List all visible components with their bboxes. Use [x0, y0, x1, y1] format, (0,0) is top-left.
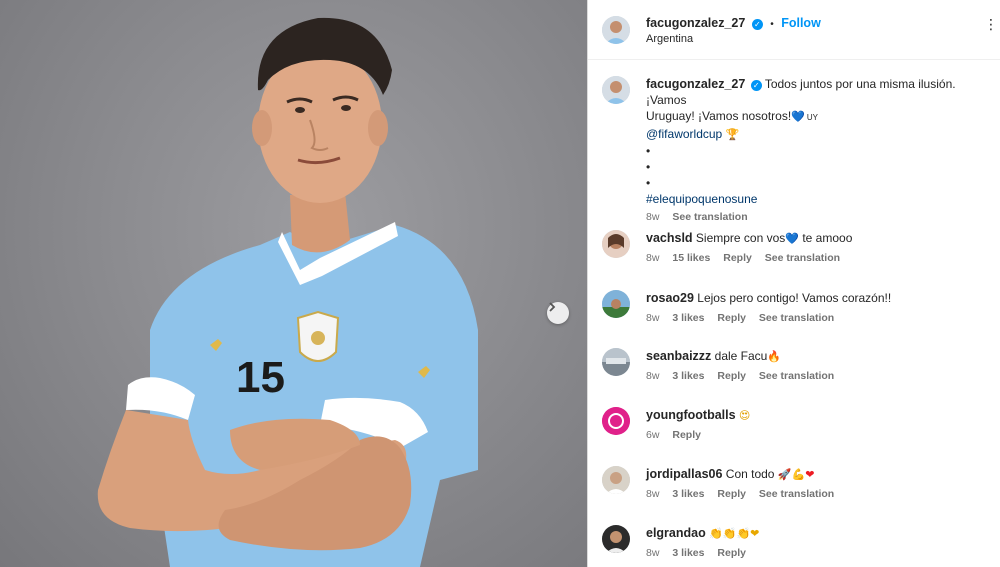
comment-likes[interactable]: 3 likes: [672, 547, 704, 559]
blue-heart-icon: 💙: [791, 110, 805, 123]
caption-username[interactable]: facugonzalez_27: [646, 77, 745, 91]
caption-dot: •: [646, 144, 651, 158]
avatar[interactable]: [602, 348, 630, 376]
avatar[interactable]: [602, 16, 630, 44]
post-caption: facugonzalez_27 ✓ Todos juntos por una m…: [646, 76, 996, 225]
see-translation-link[interactable]: See translation: [672, 211, 747, 223]
see-translation-link[interactable]: See translation: [759, 312, 834, 324]
reply-button[interactable]: Reply: [717, 312, 746, 324]
avatar-image: [602, 230, 630, 258]
avatar[interactable]: [602, 290, 630, 318]
comment-username[interactable]: jordipallas06: [646, 467, 722, 481]
caption-dot: •: [646, 160, 651, 174]
avatar-image: [602, 16, 630, 44]
caption-avatar[interactable]: [602, 76, 630, 104]
avatar-image: [602, 290, 630, 318]
avatar-image: [602, 348, 630, 376]
post-photo: 15: [0, 0, 587, 567]
mention-link[interactable]: @fifaworldcup: [646, 127, 722, 141]
comment-username[interactable]: youngfootballs: [646, 408, 736, 422]
avatar-image: [602, 525, 630, 553]
comment-username[interactable]: vachsld: [646, 231, 693, 245]
avatar[interactable]: [602, 230, 630, 258]
reply-button[interactable]: Reply: [723, 252, 752, 264]
reply-button[interactable]: Reply: [717, 488, 746, 500]
heart-eyes-icon: 😍: [738, 409, 751, 422]
more-options-icon[interactable]: ⋮: [984, 16, 998, 33]
post-side-panel: facugonzalez_27 ✓ • Follow Argentina ⋮ f…: [587, 0, 1000, 567]
next-photo-button[interactable]: [547, 302, 569, 324]
avatar-image: [602, 466, 630, 494]
fire-icon: 🔥: [767, 350, 782, 363]
comment-likes[interactable]: 3 likes: [672, 488, 704, 500]
comment-text-after: te amooo: [802, 231, 853, 245]
avatar-image: [602, 407, 630, 435]
reply-button[interactable]: Reply: [717, 370, 746, 382]
post-header: facugonzalez_27 ✓ • Follow Argentina ⋮: [588, 0, 1000, 60]
hashtag-link[interactable]: #elequipoquenosune: [646, 191, 996, 207]
see-translation-link[interactable]: See translation: [759, 488, 834, 500]
comment-item: youngfootballs 😍 6w Reply: [588, 405, 1000, 455]
comment-time[interactable]: 8w: [646, 488, 659, 500]
rocket-muscle-heart-icons: 🚀💪❤: [777, 468, 815, 481]
caption-text-2: Uruguay! ¡Vamos nosotros!: [646, 109, 792, 123]
jersey-number: 15: [236, 353, 285, 402]
blue-heart-icon: 💙: [785, 232, 799, 245]
comment-item: seanbaizzz dale Facu🔥 8w 3 likes Reply S…: [588, 346, 1000, 396]
comment-item: jordipallas06 Con todo 🚀💪❤ 8w 3 likes Re…: [588, 464, 1000, 514]
comment-time[interactable]: 8w: [646, 547, 659, 559]
verified-icon: ✓: [750, 80, 762, 91]
separator-dot: •: [770, 19, 774, 30]
comment-time[interactable]: 8w: [646, 252, 659, 264]
comment-time[interactable]: 8w: [646, 370, 659, 382]
see-translation-link[interactable]: See translation: [759, 370, 834, 382]
comment-text: dale Facu: [714, 349, 768, 363]
comment-likes[interactable]: 3 likes: [672, 312, 704, 324]
reply-button[interactable]: Reply: [672, 429, 701, 441]
comment-text: Siempre con vos: [695, 231, 786, 245]
comment-item: vachsld Siempre con vos💙 te amooo 8w 15 …: [588, 228, 1000, 278]
reply-button[interactable]: Reply: [717, 547, 746, 559]
comment-time[interactable]: 8w: [646, 312, 659, 324]
avatar[interactable]: [602, 525, 630, 553]
post-time[interactable]: 8w: [646, 211, 659, 223]
player-illustration: 15: [97, 17, 478, 567]
avatar[interactable]: [602, 466, 630, 494]
comment-item: elgrandao 👏👏👏❤ 8w 3 likes Reply: [588, 523, 1000, 567]
comment-text: Lejos pero contigo! Vamos corazón!!: [697, 291, 892, 305]
see-translation-link[interactable]: See translation: [765, 252, 840, 264]
comment-text: Con todo: [725, 467, 775, 481]
avatar-image: [602, 76, 630, 104]
comment-username[interactable]: elgrandao: [646, 526, 706, 540]
verified-icon: ✓: [751, 19, 763, 30]
avatar[interactable]: [602, 407, 630, 435]
trophy-icon: 🏆: [725, 128, 740, 141]
clapping-hands-icons: 👏👏👏❤: [709, 527, 760, 540]
header-username[interactable]: facugonzalez_27: [646, 16, 745, 30]
uy-flag-icon: UY: [806, 113, 818, 122]
caption-dot: •: [646, 176, 651, 190]
comment-username[interactable]: rosao29: [646, 291, 694, 305]
comment-username[interactable]: seanbaizzz: [646, 349, 711, 363]
comment-item: rosao29 Lejos pero contigo! Vamos corazó…: [588, 288, 1000, 338]
location-link[interactable]: Argentina: [646, 33, 693, 45]
follow-button[interactable]: Follow: [781, 16, 821, 30]
comment-likes[interactable]: 3 likes: [672, 370, 704, 382]
comment-time[interactable]: 6w: [646, 429, 659, 441]
chevron-right-icon: [549, 302, 556, 312]
comment-likes[interactable]: 15 likes: [672, 252, 710, 264]
